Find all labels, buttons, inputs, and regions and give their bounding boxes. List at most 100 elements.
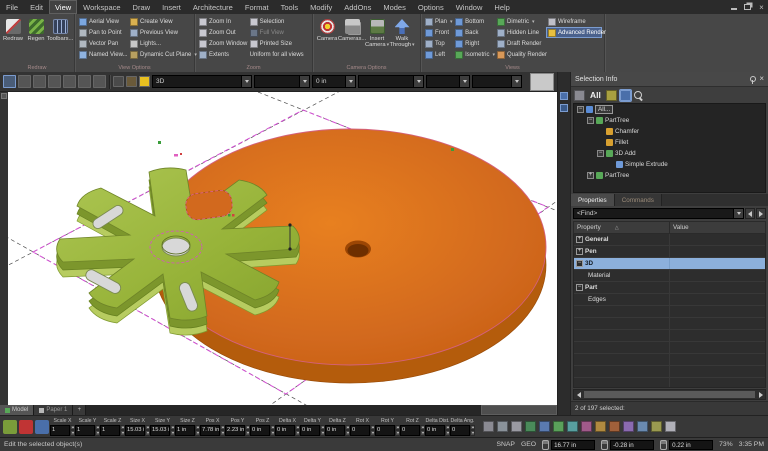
field-input[interactable]: 0 in [250, 425, 270, 436]
field-input[interactable]: 0 [400, 425, 420, 436]
combo-dropdown-icon[interactable] [345, 76, 355, 87]
field-input[interactable]: 1 [50, 425, 70, 436]
property-row-part[interactable]: −Part [574, 282, 765, 294]
ribbon-item-left[interactable]: Left [423, 49, 453, 60]
line-pattern-combo[interactable] [358, 75, 424, 88]
panel-hscrollbar[interactable] [573, 389, 766, 400]
field-input[interactable]: 0 [350, 425, 370, 436]
menu-item-modes[interactable]: Modes [377, 0, 412, 14]
sheet-tab-scrollbar[interactable] [481, 405, 557, 415]
ribbon-item-previous-view[interactable]: Previous View [128, 27, 192, 38]
ribbon-item-plan[interactable]: Plan▾ [423, 16, 453, 27]
collapse-icon[interactable]: − [576, 284, 583, 291]
collapse-icon[interactable]: − [587, 117, 594, 124]
find-dropdown-icon[interactable] [733, 209, 743, 218]
property-row-3d[interactable]: −3D [574, 258, 765, 270]
menu-item-workspace[interactable]: Workspace [77, 0, 126, 14]
tree-item-parttree[interactable]: +PartTree [574, 170, 765, 181]
ribbon-item-dynamic-cut-plane[interactable]: Dynamic Cut Plane▾ [128, 49, 192, 60]
field-stepper[interactable] [470, 425, 475, 436]
angle-constraint-icon[interactable] [511, 421, 522, 432]
pin-icon[interactable] [750, 76, 756, 82]
menu-item-tools[interactable]: Tools [275, 0, 305, 14]
magnetic-point-icon[interactable] [623, 421, 634, 432]
field-input[interactable]: 2.23 in [225, 425, 245, 436]
scroll-right-icon[interactable] [756, 390, 765, 399]
ribbon-item-regen[interactable]: Regen [25, 16, 47, 42]
panel-close-icon[interactable]: × [759, 75, 764, 83]
ribbon-item-top[interactable]: Top [423, 38, 453, 49]
snap-middle-icon[interactable] [553, 421, 564, 432]
no-snap-icon[interactable] [665, 421, 676, 432]
ribbon-item-create-view[interactable]: Create View [128, 16, 192, 27]
sheet-tab-paper-1[interactable]: Paper 1 [34, 405, 73, 415]
coordinate-input[interactable]: 16.77 in [551, 440, 595, 450]
field-input[interactable]: 1 [75, 425, 95, 436]
edit-node-icon[interactable] [18, 75, 31, 88]
property-row-edges[interactable]: Edges [574, 294, 765, 306]
field-input[interactable]: 15.03 in [125, 425, 145, 436]
tab-commands[interactable]: Commands [615, 194, 662, 206]
ribbon-item-cameras-[interactable]: Cameras... [340, 16, 364, 42]
tree-item-parttree[interactable]: −PartTree [574, 115, 765, 126]
menu-item-options[interactable]: Options [412, 0, 450, 14]
field-input[interactable]: 0 [375, 425, 395, 436]
field-input[interactable]: 15.03 in [150, 425, 170, 436]
ribbon-item-uniform-for-all-views[interactable]: Uniform for all views [248, 49, 310, 60]
menu-item-view[interactable]: View [49, 0, 77, 14]
selection-info-dock-icon[interactable] [560, 104, 568, 112]
property-column-header[interactable]: Property [577, 224, 601, 231]
stepper-down-icon[interactable] [470, 430, 475, 436]
find-prev-button[interactable] [745, 208, 755, 219]
combo-dropdown-icon[interactable] [459, 76, 469, 87]
collapse-icon[interactable]: − [597, 150, 604, 157]
pen-style-combo[interactable] [254, 75, 310, 88]
ribbon-item-pan-to-point[interactable]: Pan to Point [77, 27, 128, 38]
ribbon-item-draft-render[interactable]: Draft Render [495, 38, 546, 49]
ribbon-item-aerial-view[interactable]: Aerial View [77, 16, 128, 27]
ribbon-item-redraw[interactable]: Redraw [2, 16, 24, 42]
sheet-tab-model[interactable]: Model [0, 405, 34, 415]
menu-item-addons[interactable]: AddOns [338, 0, 377, 14]
hatch-combo[interactable] [426, 75, 470, 88]
menu-item-window[interactable]: Window [450, 0, 489, 14]
ribbon-item-extents[interactable]: Extents [197, 49, 248, 60]
callout-icon[interactable] [63, 75, 76, 88]
tree-item-fillet[interactable]: Fillet [574, 137, 765, 148]
expand-icon[interactable]: + [576, 248, 583, 255]
menu-item-edit[interactable]: Edit [24, 0, 49, 14]
ribbon-item-insert-camera[interactable]: Insert Camera▾ [365, 16, 389, 48]
snap-aperture-icon[interactable] [651, 421, 662, 432]
tree-item-3d-add[interactable]: −3D Add [574, 148, 765, 159]
drawing-canvas[interactable] [8, 92, 557, 405]
select-arrow-icon[interactable] [3, 75, 16, 88]
snap-quadrant-icon[interactable] [609, 421, 620, 432]
tree-filter-icon[interactable] [606, 90, 617, 101]
ribbon-item-toolbars-[interactable]: Toolbars... [48, 16, 72, 42]
ribbon-item-isometric[interactable]: Isometric▾ [453, 49, 495, 60]
menu-item-modify[interactable]: Modify [304, 0, 338, 14]
select-all-button[interactable]: All [588, 90, 603, 100]
layer-combo[interactable]: 3D [152, 75, 252, 88]
field-input[interactable]: 1 in [175, 425, 195, 436]
ribbon-item-hidden-line[interactable]: Hidden Line [495, 27, 546, 38]
ribbon-item-zoom-in[interactable]: Zoom In [197, 16, 248, 27]
coordinate-input[interactable]: 0.22 in [669, 440, 713, 450]
add-sheet-button[interactable]: + [73, 405, 86, 415]
field-input[interactable]: 0 in [275, 425, 295, 436]
deselect-icon[interactable] [19, 420, 33, 434]
snap-toggle[interactable]: SNAP [496, 441, 515, 448]
scroll-left-icon[interactable] [574, 390, 583, 399]
ribbon-item-named-view-[interactable]: Named View... [77, 49, 128, 60]
combo-dropdown-icon[interactable] [299, 76, 309, 87]
restore-button[interactable] [743, 3, 752, 12]
field-input[interactable]: 1 [100, 425, 120, 436]
ribbon-item-zoom-out[interactable]: Zoom Out [197, 27, 248, 38]
ribbon-item-dimetric[interactable]: Dimetric▾ [495, 16, 546, 27]
geo-toggle[interactable]: GEO [521, 441, 536, 448]
grid-table-icon[interactable] [78, 75, 91, 88]
tree-item-simple-extrude[interactable]: Simple Extrude [574, 159, 765, 170]
ribbon-item-walk-through[interactable]: Walk Through▾ [390, 16, 414, 48]
ribbon-item-wireframe[interactable]: Wireframe [546, 16, 602, 27]
green-sprocket-part[interactable] [57, 168, 300, 335]
